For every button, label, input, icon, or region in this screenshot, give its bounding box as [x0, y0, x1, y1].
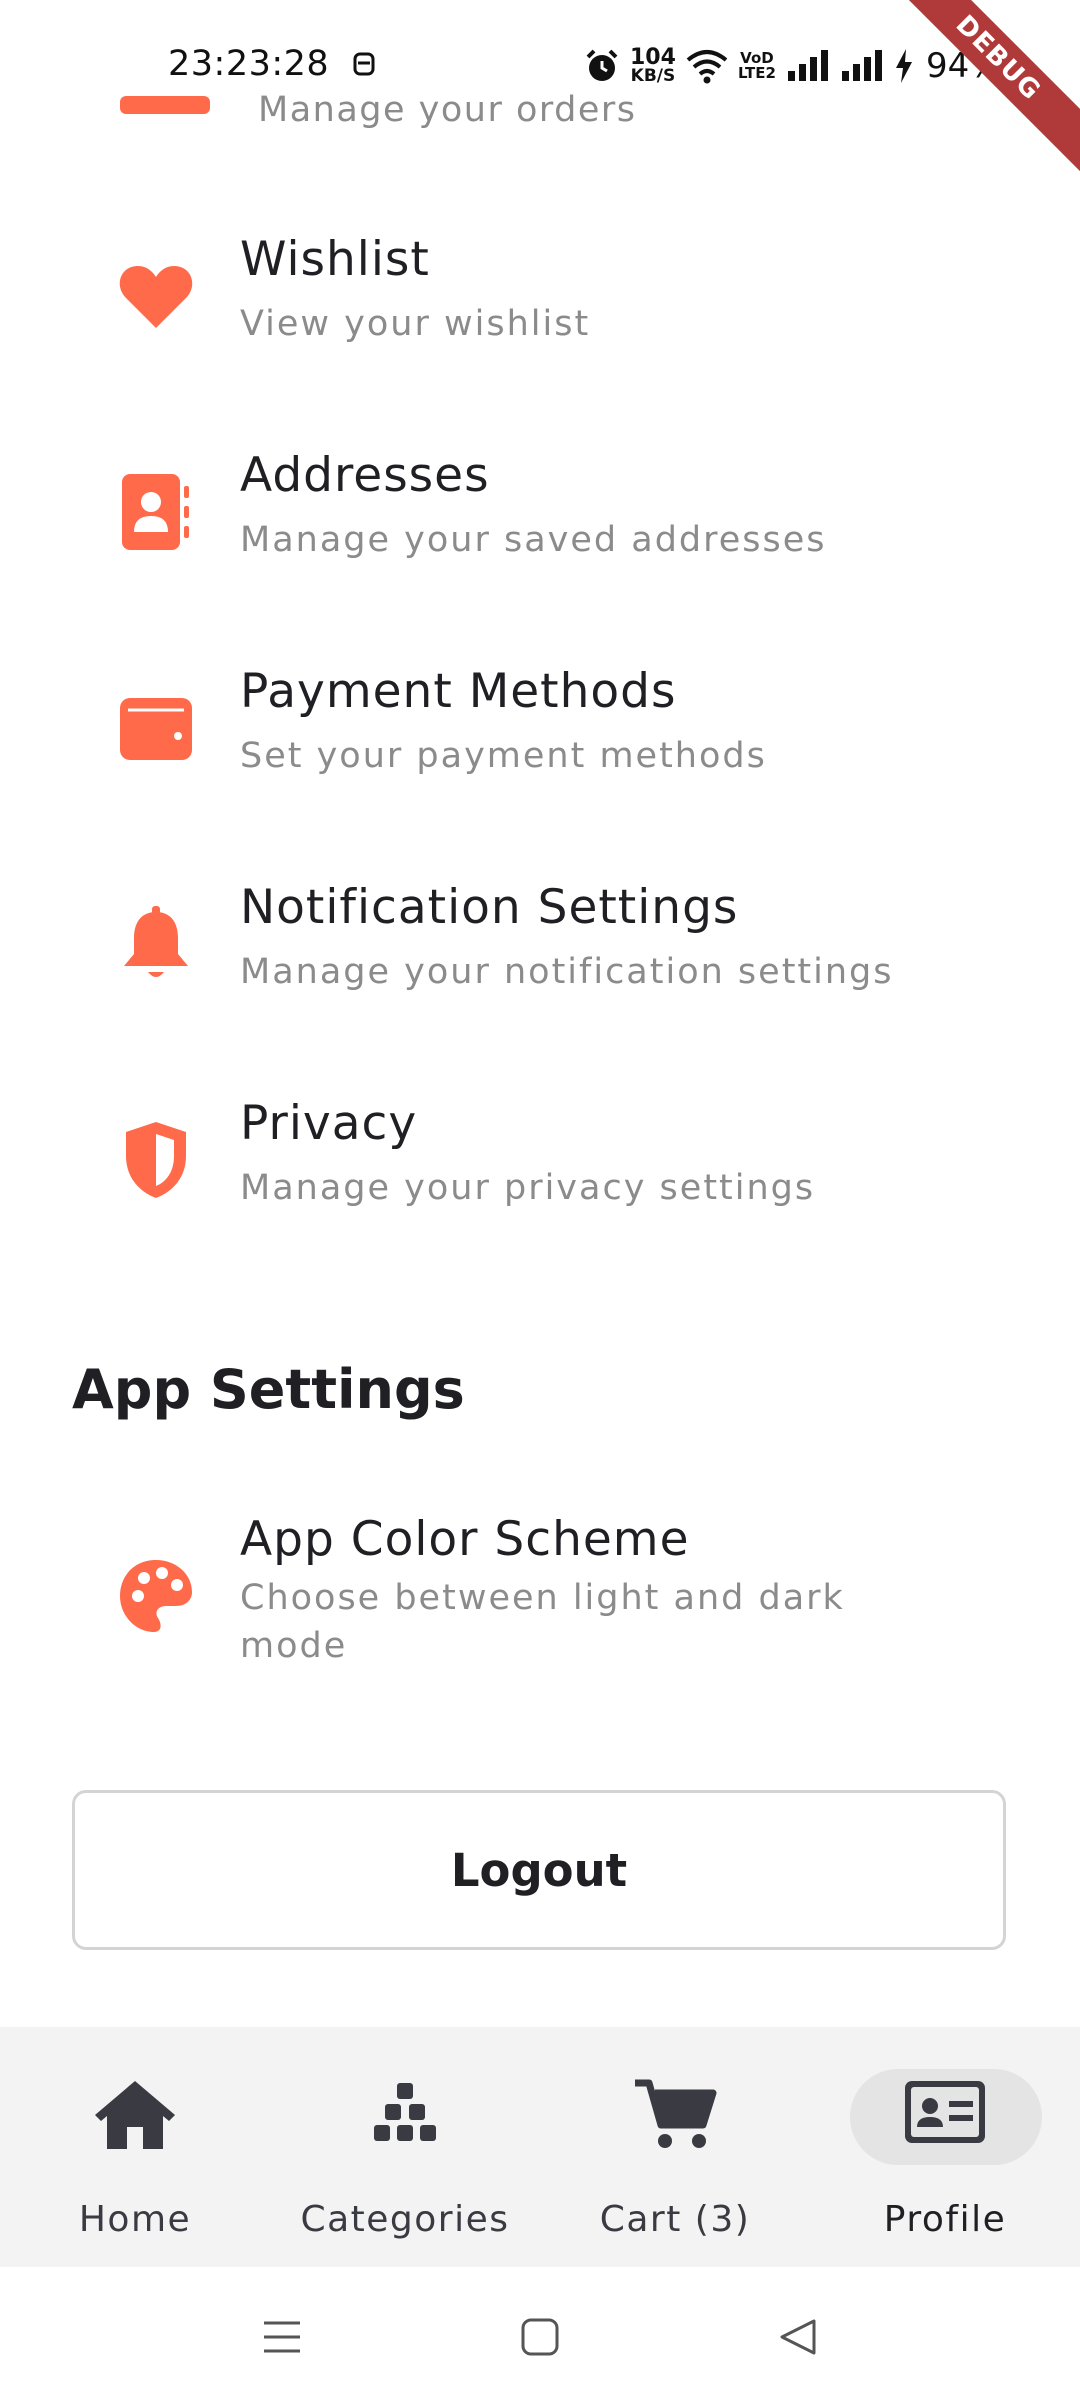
- system-navigation-bar: [0, 2267, 1080, 2400]
- bell-icon: [112, 900, 200, 988]
- menu-item-subtitle: Manage your saved addresses: [240, 520, 827, 560]
- net-speed: 104 KB/S: [630, 45, 676, 86]
- nav-item-categories[interactable]: Categories: [270, 2027, 540, 2267]
- menu-item-title: Notification Settings: [240, 880, 739, 935]
- app-settings-heading: App Settings: [72, 1358, 465, 1421]
- charging-icon: [895, 49, 912, 83]
- profile-card-icon: [810, 2079, 1080, 2159]
- wallet-icon: [112, 684, 200, 772]
- nav-item-profile[interactable]: Profile: [810, 2027, 1080, 2267]
- menu-item-title: Addresses: [240, 448, 490, 503]
- logout-button[interactable]: Logout: [72, 1790, 1006, 1950]
- nav-label: Home: [78, 2199, 192, 2240]
- menu-item-subtitle: Manage your notification settings: [240, 952, 894, 992]
- nav-item-home[interactable]: Home: [0, 2027, 270, 2267]
- status-notification-icon: [353, 52, 375, 76]
- nav-item-cart[interactable]: Cart (3): [540, 2027, 810, 2267]
- menu-item-notification-settings[interactable]: Notification Settings Manage your notifi…: [0, 852, 1080, 1068]
- signal-icon-sim1: [787, 50, 828, 81]
- signal-icon-sim2: [841, 50, 882, 81]
- nav-label: Profile: [883, 2199, 1007, 2240]
- menu-item-subtitle: View your wishlist: [240, 304, 591, 344]
- menu-item-payment-methods[interactable]: Payment Methods Set your payment methods: [0, 636, 1080, 852]
- categories-icon: [270, 2079, 540, 2159]
- palette-icon: [112, 1552, 200, 1640]
- nav-label: Cart (3): [599, 2199, 751, 2240]
- status-indicators: 104 KB/S VoD LTE2 94%: [584, 46, 1002, 86]
- contact-book-icon: [112, 468, 200, 556]
- menu-icon[interactable]: [252, 2307, 312, 2367]
- wifi-icon: [686, 50, 728, 84]
- menu-item-title: Wishlist: [240, 232, 430, 287]
- shield-icon: [112, 1116, 200, 1204]
- alarm-icon: [586, 49, 618, 81]
- volte-bottom: LTE2: [737, 64, 776, 82]
- net-speed-value: 104: [630, 45, 676, 70]
- menu-item-title: Payment Methods: [240, 664, 677, 719]
- home-icon: [0, 2079, 270, 2159]
- net-speed-unit: KB/S: [630, 66, 676, 86]
- bottom-navigation-bar: Home Categories Cart (3) Profile: [0, 2027, 1080, 2267]
- cart-icon: [540, 2079, 810, 2159]
- volte-indicator: VoD LTE2: [738, 51, 776, 81]
- nav-label: Categories: [300, 2199, 510, 2240]
- menu-item-subtitle: Choose between light and dark mode: [240, 1578, 845, 1666]
- menu-item-subtitle: Manage your privacy settings: [240, 1168, 816, 1208]
- menu-item-title: App Color Scheme: [240, 1512, 690, 1567]
- heart-icon: [112, 252, 200, 340]
- menu-item-subtitle: Set your payment methods: [240, 736, 767, 776]
- home-square-icon[interactable]: [510, 2307, 570, 2367]
- menu-item-privacy[interactable]: Privacy Manage your privacy settings: [0, 1068, 1080, 1284]
- back-triangle-icon[interactable]: [768, 2307, 828, 2367]
- status-bar: 23:23:28 104 KB/S VoD LTE2 94%: [0, 0, 1080, 130]
- menu-item-wishlist[interactable]: Wishlist View your wishlist: [0, 204, 1080, 420]
- menu-item-addresses[interactable]: Addresses Manage your saved addresses: [0, 420, 1080, 636]
- status-time: 23:23:28: [168, 44, 330, 84]
- menu-item-title: Privacy: [240, 1096, 418, 1151]
- menu-item-app-color-scheme[interactable]: App Color Scheme Choose between light an…: [0, 1500, 1080, 1700]
